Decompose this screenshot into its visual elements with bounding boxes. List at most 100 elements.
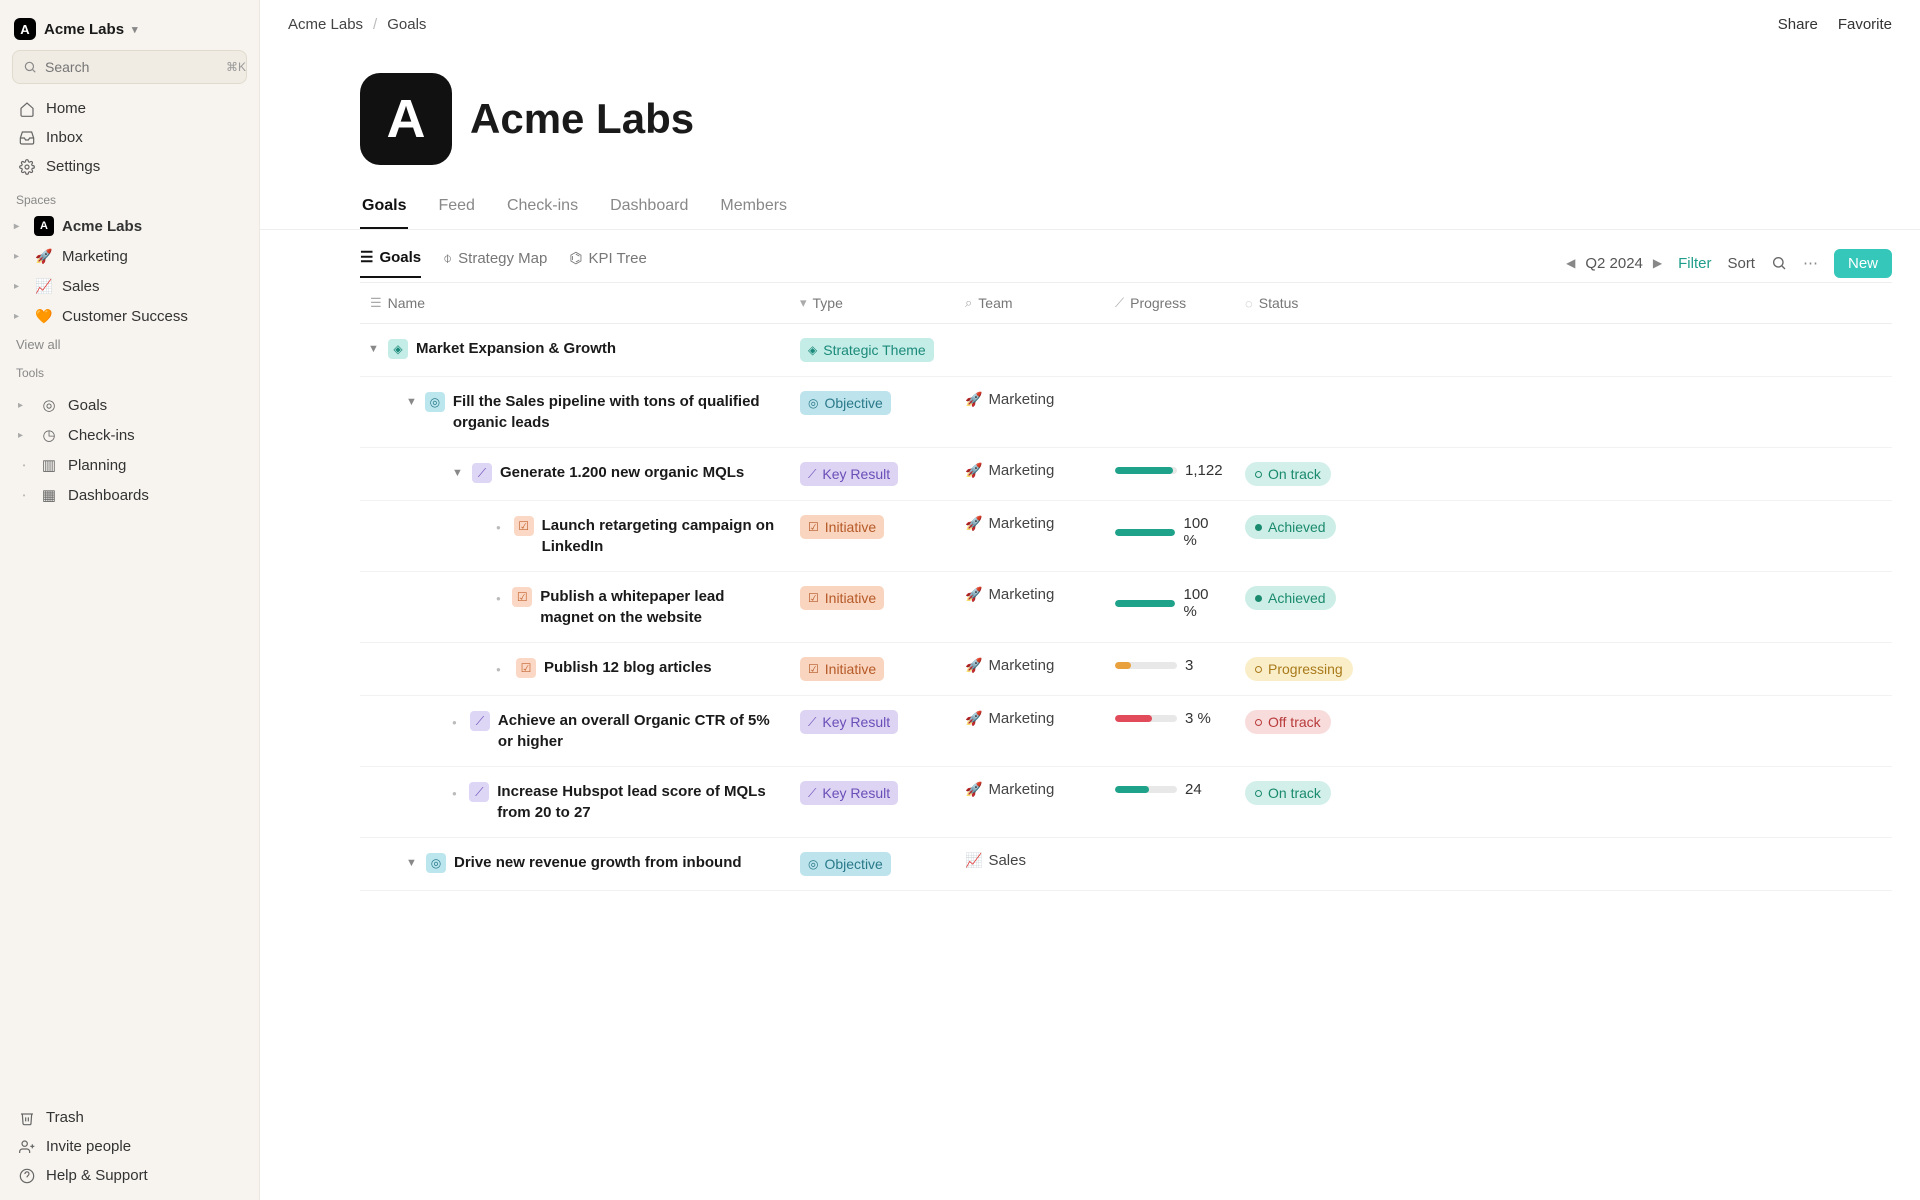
search-box[interactable]: ⌘K: [12, 50, 247, 84]
name-cell[interactable]: ▼ ◈ Market Expansion & Growth: [360, 324, 790, 373]
page-header: A Acme Labs: [260, 33, 1920, 189]
table-row[interactable]: ● ☑ Publish 12 blog articles ☑ Initiativ…: [360, 643, 1892, 696]
type-tag: ◎ Objective: [800, 391, 891, 415]
caret-down-icon[interactable]: ▼: [406, 395, 417, 410]
nav-help[interactable]: Help & Support: [12, 1161, 247, 1190]
chevron-right-icon: ▸: [14, 221, 26, 232]
sidebar-tool-check-ins[interactable]: ▸ ◷ Check-ins: [12, 420, 247, 450]
nav-invite[interactable]: Invite people: [12, 1132, 247, 1161]
team-emoji: 🚀: [965, 710, 982, 727]
sort-button[interactable]: Sort: [1727, 255, 1755, 272]
initiative-icon: ☑: [512, 587, 532, 607]
chevron-down-icon: ▾: [132, 23, 138, 36]
table-row[interactable]: ▼ ◎ Fill the Sales pipeline with tons of…: [360, 377, 1892, 448]
name-cell[interactable]: ● ⟋ Achieve an overall Organic CTR of 5%…: [360, 696, 790, 766]
space-label: Marketing: [62, 248, 128, 265]
team-label: 🚀 Marketing: [965, 781, 1054, 798]
sidebar-space-acme-labs[interactable]: ▸ A Acme Labs: [12, 211, 247, 241]
progress-value: 3 %: [1185, 710, 1211, 727]
name-cell[interactable]: ● ☑ Publish a whitepaper lead magnet on …: [360, 572, 790, 642]
search-view-icon[interactable]: [1771, 255, 1787, 271]
workspace-switcher[interactable]: A Acme Labs ▾: [12, 14, 247, 50]
row-name: Fill the Sales pipeline with tons of qua…: [453, 391, 780, 433]
share-button[interactable]: Share: [1778, 16, 1818, 33]
new-button[interactable]: New: [1834, 249, 1892, 278]
view-goals[interactable]: ☰Goals: [360, 248, 421, 278]
type-cell: ⟋ Key Result: [790, 448, 955, 500]
initiative-icon: ☑: [808, 662, 819, 676]
tab-feed[interactable]: Feed: [436, 189, 476, 229]
breadcrumb-root[interactable]: Acme Labs: [288, 16, 363, 33]
table-row[interactable]: ▼ ⟋ Generate 1.200 new organic MQLs ⟋ Ke…: [360, 448, 1892, 501]
caret-down-icon[interactable]: ▼: [368, 342, 380, 357]
sidebar-tool-goals[interactable]: ▸ ◎ Goals: [12, 390, 247, 420]
caret-down-icon[interactable]: ▼: [452, 466, 464, 481]
objective-icon: ◎: [808, 396, 818, 410]
breadcrumb-current[interactable]: Goals: [387, 16, 426, 33]
workspace-logo: A: [14, 18, 36, 40]
prev-period-icon[interactable]: ◀: [1566, 256, 1575, 270]
kr-icon: ⟋: [470, 711, 490, 731]
col-type[interactable]: ▾ Type: [790, 283, 955, 323]
tab-members[interactable]: Members: [718, 189, 789, 229]
view-icon: ⌬: [569, 249, 582, 267]
name-cell[interactable]: ● ☑ Launch retargeting campaign on Linke…: [360, 501, 790, 571]
table-row[interactable]: ● ☑ Publish a whitepaper lead magnet on …: [360, 572, 1892, 643]
nav-home[interactable]: Home: [12, 94, 247, 123]
people-icon: ⌕: [965, 295, 972, 311]
name-cell[interactable]: ▼ ◎ Fill the Sales pipeline with tons of…: [360, 377, 790, 447]
space-label: Customer Success: [62, 308, 188, 325]
name-cell[interactable]: ▼ ⟋ Generate 1.200 new organic MQLs: [360, 448, 790, 497]
name-cell[interactable]: ▼ ◎ Drive new revenue growth from inboun…: [360, 838, 790, 887]
col-team[interactable]: ⌕ Team: [955, 283, 1105, 323]
view-strategy-map[interactable]: ⌽Strategy Map: [443, 250, 547, 277]
type-cell: ◎ Objective: [790, 377, 955, 429]
main-content: Acme Labs / Goals Share Favorite A Acme …: [260, 0, 1920, 1200]
invite-icon: [18, 1139, 36, 1155]
table-row[interactable]: ▼ ◈ Market Expansion & Growth ◈ Strategi…: [360, 324, 1892, 377]
theme-icon: ◈: [808, 343, 817, 357]
kr-icon: ⟋: [472, 463, 492, 483]
progress-bar: [1115, 662, 1177, 669]
col-status[interactable]: ◌ Status: [1235, 283, 1385, 323]
name-cell[interactable]: ● ⟋ Increase Hubspot lead score of MQLs …: [360, 767, 790, 837]
caret-down-icon[interactable]: ▼: [406, 856, 418, 871]
table-row[interactable]: ● ☑ Launch retargeting campaign on Linke…: [360, 501, 1892, 572]
filter-button[interactable]: Filter: [1678, 255, 1711, 272]
space-label: Acme Labs: [62, 218, 142, 235]
workspace-name: Acme Labs: [44, 21, 124, 38]
tool-icon: ◎: [40, 396, 58, 414]
period-selector[interactable]: ◀ Q2 2024 ▶: [1566, 255, 1662, 272]
sidebar-tool-dashboards[interactable]: • ▦ Dashboards: [12, 480, 247, 510]
sidebar-tool-planning[interactable]: • ▥ Planning: [12, 450, 247, 480]
sidebar-space-sales[interactable]: ▸ 📈 Sales: [12, 271, 247, 301]
nav-inbox[interactable]: Inbox: [12, 123, 247, 152]
table-row[interactable]: ● ⟋ Increase Hubspot lead score of MQLs …: [360, 767, 1892, 838]
next-period-icon[interactable]: ▶: [1653, 256, 1662, 270]
nav-settings[interactable]: Settings: [12, 152, 247, 181]
status-dot-icon: [1255, 666, 1262, 673]
initiative-icon: ☑: [808, 591, 819, 605]
table-row[interactable]: ▼ ◎ Drive new revenue growth from inboun…: [360, 838, 1892, 891]
sidebar-space-marketing[interactable]: ▸ 🚀 Marketing: [12, 241, 247, 271]
favorite-button[interactable]: Favorite: [1838, 16, 1892, 33]
table-row[interactable]: ● ⟋ Achieve an overall Organic CTR of 5%…: [360, 696, 1892, 767]
name-cell[interactable]: ● ☑ Publish 12 blog articles: [360, 643, 790, 692]
tab-goals[interactable]: Goals: [360, 189, 408, 229]
tab-dashboard[interactable]: Dashboard: [608, 189, 690, 229]
col-name[interactable]: ☰ Name: [360, 283, 790, 323]
team-cell: 🚀 Marketing: [955, 377, 1105, 422]
sidebar-space-customer-success[interactable]: ▸ 🧡 Customer Success: [12, 301, 247, 331]
nav-trash[interactable]: Trash: [12, 1103, 247, 1132]
progress-cell: 1,122: [1105, 448, 1235, 493]
search-input[interactable]: [45, 59, 226, 75]
tab-check-ins[interactable]: Check-ins: [505, 189, 580, 229]
row-name: Increase Hubspot lead score of MQLs from…: [497, 781, 780, 823]
space-emoji: 🚀: [34, 246, 54, 266]
more-icon[interactable]: ⋯: [1803, 254, 1818, 272]
view-all-spaces[interactable]: View all: [12, 331, 247, 354]
chevron-right-icon: ▸: [14, 281, 26, 292]
col-progress[interactable]: ⟋ Progress: [1105, 283, 1235, 323]
view-kpi-tree[interactable]: ⌬KPI Tree: [569, 249, 646, 277]
team-cell: 🚀 Marketing: [955, 696, 1105, 741]
